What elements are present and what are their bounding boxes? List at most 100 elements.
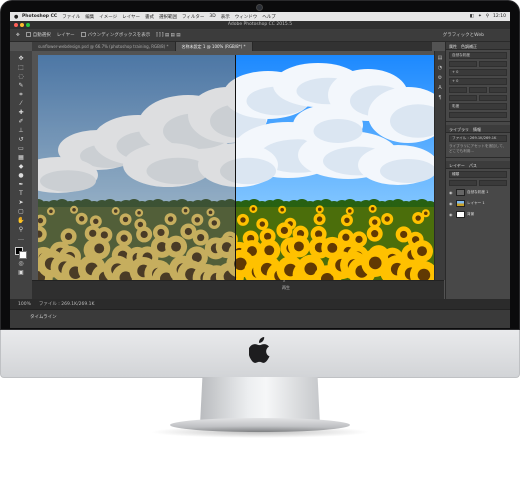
tab-libraries[interactable]: ライブラリ [449, 127, 469, 132]
marquee-tool-icon[interactable]: ⬚ [15, 64, 27, 72]
move-tool-icon[interactable]: ✥ [15, 55, 27, 63]
eyedropper-tool-icon[interactable]: ⁄ [15, 100, 27, 108]
opacity-field[interactable] [479, 180, 507, 186]
workspace-switcher[interactable]: グラフィックとWeb [443, 32, 510, 38]
canvas-bottom-bar: ⌃ 再生 [32, 280, 444, 299]
history-panel-icon[interactable]: ▤ [438, 55, 443, 61]
zoom-tool-icon[interactable]: ⚲ [15, 226, 27, 234]
prop-field[interactable] [449, 87, 467, 93]
menu-image[interactable]: イメージ [99, 14, 117, 20]
pen-tool-icon[interactable]: ✒ [15, 181, 27, 189]
color-swatches[interactable] [15, 247, 27, 259]
minimize-window-button[interactable] [20, 23, 24, 27]
more-tools-icon[interactable]: … [15, 235, 27, 243]
tab-adjustments[interactable]: 色調補正 [461, 44, 477, 49]
menu-edit[interactable]: 編集 [85, 14, 94, 20]
dodge-tool-icon[interactable]: ● [15, 172, 27, 180]
play-label[interactable]: 再生 [282, 285, 290, 291]
menu-help[interactable]: ヘルプ [262, 14, 276, 20]
sunflower-photo-after [236, 55, 434, 280]
eraser-tool-icon[interactable]: ▭ [15, 145, 27, 153]
tab-layers[interactable]: レイヤー [449, 163, 465, 168]
gradient-tool-icon[interactable]: ▦ [15, 154, 27, 162]
apple-menu-icon[interactable]: ● [14, 14, 22, 20]
zoom-window-button[interactable] [26, 23, 30, 27]
layer-item[interactable]: ◉ 自然な彩度 1 [449, 188, 507, 197]
prop-field[interactable] [479, 61, 507, 67]
background-color-swatch[interactable] [19, 251, 27, 259]
sunflower-center [368, 256, 382, 270]
tab-info[interactable]: 情報 [473, 127, 481, 132]
screen-mode-icon[interactable]: ▣ [15, 269, 27, 277]
prop-field[interactable] [479, 95, 507, 101]
layer-item[interactable]: ◉ レイヤー 1 [449, 199, 507, 208]
document-canvas[interactable] [38, 55, 434, 280]
saturation-value[interactable]: + 0 [449, 78, 507, 85]
blend-mode-dropdown[interactable] [449, 180, 477, 186]
zoom-level[interactable]: 100% [18, 302, 31, 307]
adjust-panel-icon[interactable]: ⚙ [438, 75, 442, 81]
saturation-row[interactable]: 彩度 [449, 103, 507, 110]
status-icon-2[interactable]: ✦ [478, 14, 482, 19]
menu-view[interactable]: 表示 [221, 14, 230, 20]
paragraph-panel-icon[interactable]: ¶ [438, 95, 441, 101]
tab-timeline[interactable]: タイムライン [30, 314, 57, 320]
quick-mask-icon[interactable]: ◎ [15, 260, 27, 268]
visibility-eye-icon[interactable]: ◉ [449, 201, 454, 206]
show-transform-checkbox[interactable]: バウンディングボックスを表示 [80, 32, 150, 38]
menu-layer[interactable]: レイヤー [122, 14, 140, 20]
vibrance-value[interactable]: + 0 [449, 69, 507, 76]
layer-item[interactable]: ◉ 背景 [449, 210, 507, 219]
menu-file[interactable]: ファイル [62, 14, 80, 20]
properties-panel-tabs: 属性 色調補正 [446, 42, 510, 50]
menu-filter[interactable]: フィルター [182, 14, 204, 20]
menu-3d[interactable]: 3D [209, 14, 215, 19]
close-window-button[interactable] [14, 23, 18, 27]
history-brush-tool-icon[interactable]: ↺ [15, 136, 27, 144]
layer-select-dropdown[interactable]: レイヤー [57, 32, 75, 38]
path-select-tool-icon[interactable]: ➤ [15, 199, 27, 207]
prop-field[interactable] [469, 87, 487, 93]
align-icons[interactable]: ⫿ ⫿ ⫿ ▤ ▤ ▤ [156, 32, 180, 38]
layer-filter-kind[interactable]: 種類 [449, 171, 507, 178]
sunflower-center [344, 217, 350, 223]
document-tab[interactable]: sunflower-webdesign.psd @ 66.7% (photosh… [32, 42, 176, 51]
prop-field[interactable] [449, 61, 477, 67]
tab-properties[interactable]: 属性 [449, 44, 457, 49]
hand-tool-icon[interactable]: ✋ [15, 217, 27, 225]
menu-type[interactable]: 書式 [145, 14, 154, 20]
vibrance-row[interactable]: 自然な彩度 [449, 52, 507, 59]
spotlight-icon[interactable]: ⚲ [486, 14, 489, 19]
window-title: Adobe Photoshop CC 2015.5 [227, 22, 293, 27]
sunflower-center [122, 216, 129, 223]
crop-tool-icon[interactable]: ⌗ [15, 91, 27, 99]
tools-panel: ✥ ⬚ ◌ ✎ ⌗ ⁄ ✚ ✐ ⊥ ↺ ▭ ▦ ◆ ● ✒ T ➤ ▢ ✋ ⚲ … [10, 51, 32, 299]
app-menu[interactable]: Photoshop CC [22, 14, 57, 19]
sunflower-center [280, 207, 284, 212]
properties-panel-icon[interactable]: ◔ [438, 65, 442, 71]
lasso-tool-icon[interactable]: ◌ [15, 73, 27, 81]
character-panel-icon[interactable]: A [438, 85, 441, 91]
menu-select[interactable]: 選択範囲 [159, 14, 177, 20]
type-tool-icon[interactable]: T [15, 190, 27, 198]
library-dropdown[interactable]: ファイル : 269.1K/269.1K [449, 135, 507, 142]
stamp-tool-icon[interactable]: ⊥ [15, 127, 27, 135]
quick-select-tool-icon[interactable]: ✎ [15, 82, 27, 90]
visibility-eye-icon[interactable]: ◉ [449, 212, 454, 217]
blur-tool-icon[interactable]: ◆ [15, 163, 27, 171]
shape-tool-icon[interactable]: ▢ [15, 208, 27, 216]
prop-field[interactable] [449, 95, 477, 101]
brush-tool-icon[interactable]: ✐ [15, 118, 27, 126]
prop-field[interactable] [449, 112, 507, 118]
tab-paths[interactable]: パス [469, 163, 477, 168]
document-tab-active[interactable]: 名称未設定 1 @ 100% (RGB/8*) * [175, 42, 253, 51]
healing-tool-icon[interactable]: ✚ [15, 109, 27, 117]
sunflower-center [194, 217, 201, 223]
prop-field[interactable] [489, 87, 507, 93]
visibility-eye-icon[interactable]: ◉ [449, 190, 454, 195]
auto-select-checkbox[interactable]: 自動選択 [25, 32, 51, 38]
status-icon-1[interactable]: ◧ [470, 14, 474, 19]
menu-window[interactable]: ウィンドウ [235, 14, 258, 20]
sunflower-center [370, 207, 375, 211]
move-tool-icon[interactable]: ✥ [16, 33, 20, 38]
